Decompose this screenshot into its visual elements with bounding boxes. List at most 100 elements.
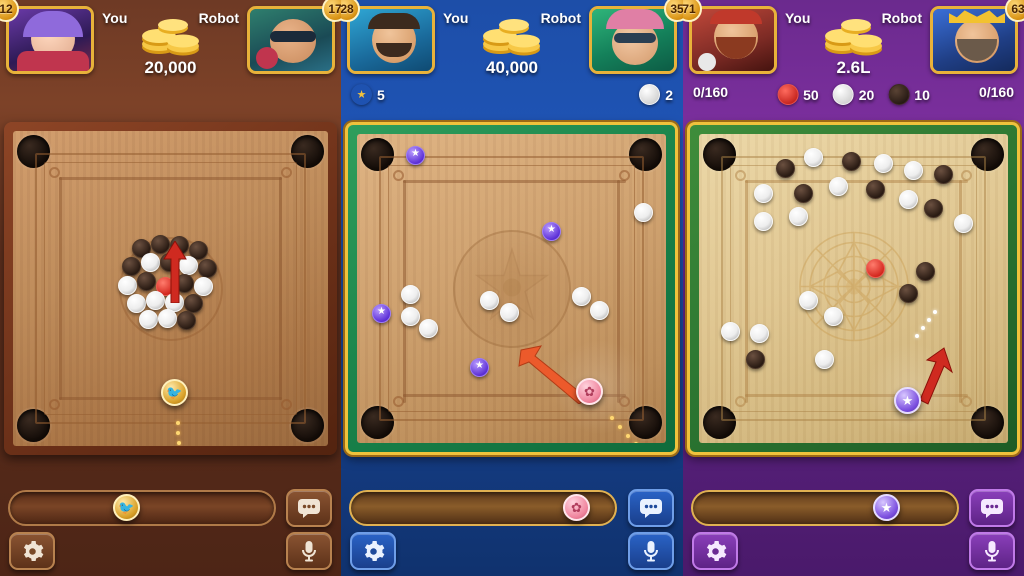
striker-slider-track-1[interactable]: 🐦 (8, 490, 276, 526)
settings-icon (364, 540, 384, 561)
baseline-top (59, 177, 282, 180)
score-right-value: 0/160 (978, 84, 1014, 100)
chip-white-icon (832, 84, 854, 105)
carrom-coin-queen (866, 259, 885, 278)
carrom-coin-white (401, 307, 420, 326)
feather-icon: ✿ (584, 383, 595, 399)
game-panel-blue: 35 You 40,000 28 Robot ★ 5 2 ★ ★ ★ ★ ✿ ✿ (341, 0, 683, 576)
striker-disc[interactable]: 🐦 (161, 379, 188, 406)
carrom-coin-white (480, 291, 499, 310)
mic-button[interactable] (286, 532, 332, 570)
star-icon: ★ (901, 392, 914, 408)
carrom-coin-white (118, 276, 137, 295)
baseline-top (745, 180, 968, 183)
carrom-coin-white (954, 214, 973, 233)
carrom-coin-white (824, 307, 843, 326)
coin-amount: 20,000 (144, 58, 197, 77)
baseline-top (403, 180, 626, 183)
base-dot (393, 170, 404, 181)
striker-disc[interactable]: ★ (894, 387, 921, 414)
player-name-right: Robot (881, 10, 922, 26)
carrom-coin-white (721, 322, 740, 341)
carrom-coin-white (141, 253, 160, 272)
board-surface[interactable]: ✿ (357, 134, 666, 443)
board-surface[interactable]: ★ (699, 134, 1008, 443)
carrom-coin-white (500, 303, 519, 322)
base-dot (961, 396, 972, 407)
striker-slider-track-3[interactable]: ★ (691, 490, 959, 526)
game-panel-brown: 17 You 20,000 12 Robot 🐦 🐦 (0, 0, 341, 576)
chip-dark-icon (888, 84, 910, 105)
score-chip-purple (351, 84, 372, 105)
avatar-player-right[interactable] (930, 6, 1018, 74)
chat-button[interactable] (286, 489, 332, 527)
carrom-coin-white (139, 310, 158, 329)
striker-slider-handle[interactable]: 🐦 (113, 494, 140, 521)
avatar-player-left[interactable] (689, 6, 777, 74)
striker-slider-track-2[interactable]: ✿ (349, 490, 617, 526)
avatar-player-right[interactable] (589, 6, 677, 74)
settings-button[interactable] (9, 532, 55, 570)
mic-button[interactable] (969, 532, 1015, 570)
settings-button[interactable] (692, 532, 738, 570)
hud-panel-1: 17 You 20,000 12 Robot (0, 0, 341, 118)
carrom-coin-purple (470, 358, 489, 377)
hud-panel-3: 63 You 2.6L 71 Robot 0/160 0/160 50 20 1… (683, 0, 1024, 118)
carrom-coin-purple (406, 146, 425, 165)
carrom-coin-black (794, 184, 813, 203)
carrom-coin-white (750, 324, 769, 343)
carrom-coin-white (789, 207, 808, 226)
player-name-right: Robot (198, 10, 239, 26)
chat-button[interactable] (969, 489, 1015, 527)
carrom-coin-black (866, 180, 885, 199)
striker-disc[interactable]: ✿ (576, 378, 603, 405)
mic-button[interactable] (628, 532, 674, 570)
carrom-coin-purple (542, 222, 561, 241)
carrom-coin-black (122, 257, 141, 276)
chip-legend-dark: 10 (888, 84, 930, 105)
board-surface[interactable]: 🐦 (13, 131, 328, 446)
carrom-coin-black (137, 272, 156, 291)
chip-red-icon (777, 84, 799, 105)
avatar-player-right[interactable] (247, 6, 335, 74)
carrom-coin-white (590, 301, 609, 320)
avatar-player-left[interactable] (347, 6, 435, 74)
baseline-right (279, 177, 282, 400)
mic-icon (644, 541, 658, 562)
chip-value-legend: 50 20 10 (777, 84, 930, 105)
player-name-right: Robot (540, 10, 581, 26)
score-right: 2 (639, 84, 673, 105)
baseline-left (59, 177, 62, 400)
hud-panel-2: 35 You 40,000 28 Robot ★ 5 2 (341, 0, 683, 118)
carrom-coin-white (572, 287, 591, 306)
carrom-coin-black (899, 284, 918, 303)
score-left-value: 0/160 (693, 84, 729, 100)
score-right: 0/160 (979, 84, 1014, 100)
carrom-coin-white (804, 148, 823, 167)
carrom-coin-black (746, 350, 765, 369)
base-dot (281, 167, 292, 178)
carrom-board-1[interactable]: 🐦 (4, 122, 337, 455)
mic-icon (302, 541, 316, 562)
chip-white-value: 20 (858, 86, 875, 103)
coin-amount: 40,000 (486, 58, 538, 77)
chat-button[interactable] (628, 489, 674, 527)
coin-amount: 2.6L (836, 58, 871, 77)
base-dot (49, 167, 60, 178)
carrom-board-3[interactable]: ★ (687, 122, 1020, 455)
score-chip-white (639, 84, 661, 105)
score-right-value: 2 (665, 86, 673, 103)
settings-icon (706, 540, 726, 561)
carrom-coin-black (934, 165, 953, 184)
striker-slider-handle[interactable]: ★ (873, 494, 900, 521)
base-dot (281, 399, 292, 410)
carrom-board-2[interactable]: ✿ (345, 122, 678, 455)
score-left-value: 5 (377, 86, 385, 103)
striker-slider-handle[interactable]: ✿ (563, 494, 590, 521)
game-screenshot-grid: 17 You 20,000 12 Robot 🐦 🐦 35 You 40,000… (0, 0, 1024, 576)
avatar-player-left[interactable] (6, 6, 94, 74)
settings-button[interactable] (350, 532, 396, 570)
carrom-coin-black (198, 259, 217, 278)
carrom-coin-white (634, 203, 653, 222)
feather-icon: ✿ (571, 499, 582, 515)
